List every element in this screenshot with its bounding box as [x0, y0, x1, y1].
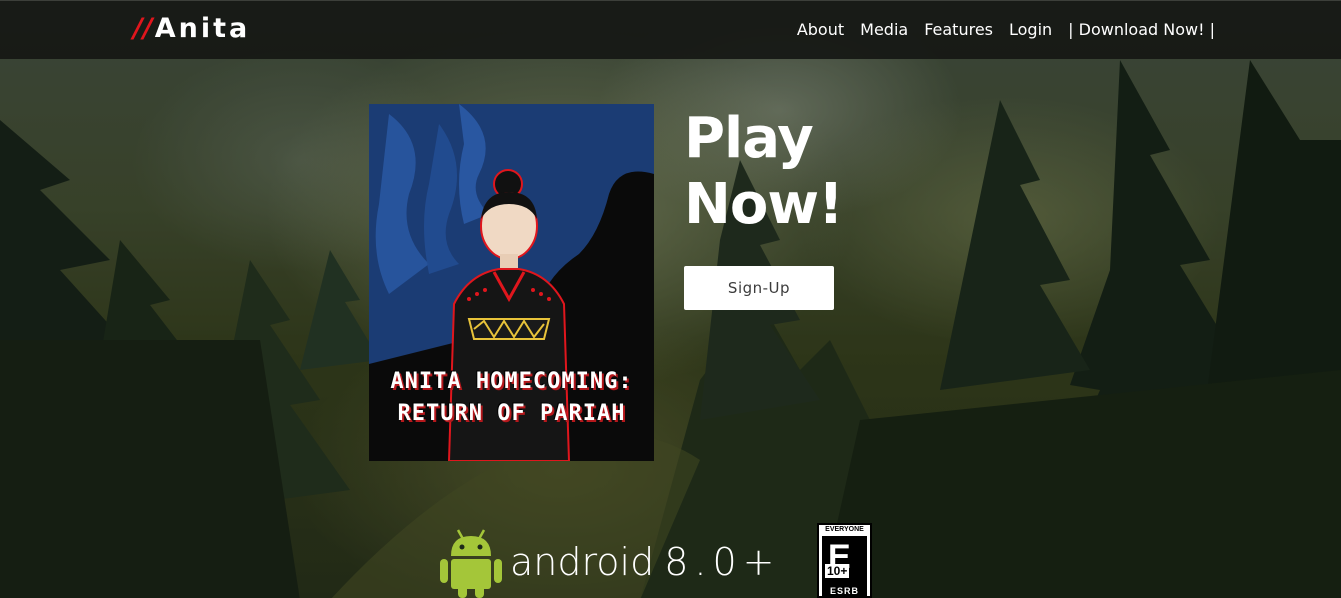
site-logo[interactable]: //Anita — [133, 13, 250, 44]
android-version: 8.0+ — [664, 540, 781, 584]
esrb-rating-badge: EVERYONE 10+ E 10+ ESRB — [817, 523, 872, 598]
nav-link-features[interactable]: Features — [924, 20, 993, 39]
nav-link-about[interactable]: About — [797, 20, 844, 39]
cover-title-line-2: RETURN OF PARIAH — [397, 401, 626, 426]
cover-title-line-1: ANITA HOMECOMING: — [390, 369, 633, 394]
nav-links: About Media Features Login | Download No… — [781, 20, 1215, 39]
esrb-rating-box: E 10+ ESRB — [822, 536, 867, 598]
sign-up-button[interactable]: Sign-Up — [684, 266, 834, 310]
hero-heading-line-1: Play — [684, 106, 814, 171]
nav-link-media[interactable]: Media — [860, 20, 908, 39]
game-cover-art: ANITA HOMECOMING: RETURN OF PARIAH — [369, 104, 654, 461]
hero-heading: Play Now! — [684, 106, 844, 238]
android-platform-badge: android 8.0+ — [440, 526, 774, 598]
logo-slashes: // — [133, 13, 153, 44]
android-robot-icon — [440, 529, 502, 598]
nav-link-download[interactable]: | Download Now! | — [1068, 20, 1215, 39]
esrb-age: 10+ — [825, 564, 850, 578]
background-dim-overlay — [0, 0, 1341, 598]
nav-link-login[interactable]: Login — [1009, 20, 1052, 39]
top-navbar: //Anita About Media Features Login | Dow… — [0, 0, 1341, 59]
android-name: android — [510, 540, 655, 584]
android-label: android 8.0+ — [510, 540, 781, 584]
hero-heading-line-2: Now! — [684, 172, 844, 237]
cover-title: ANITA HOMECOMING: RETURN OF PARIAH — [369, 366, 654, 430]
logo-text: Anita — [154, 13, 251, 44]
esrb-org: ESRB — [829, 586, 859, 596]
